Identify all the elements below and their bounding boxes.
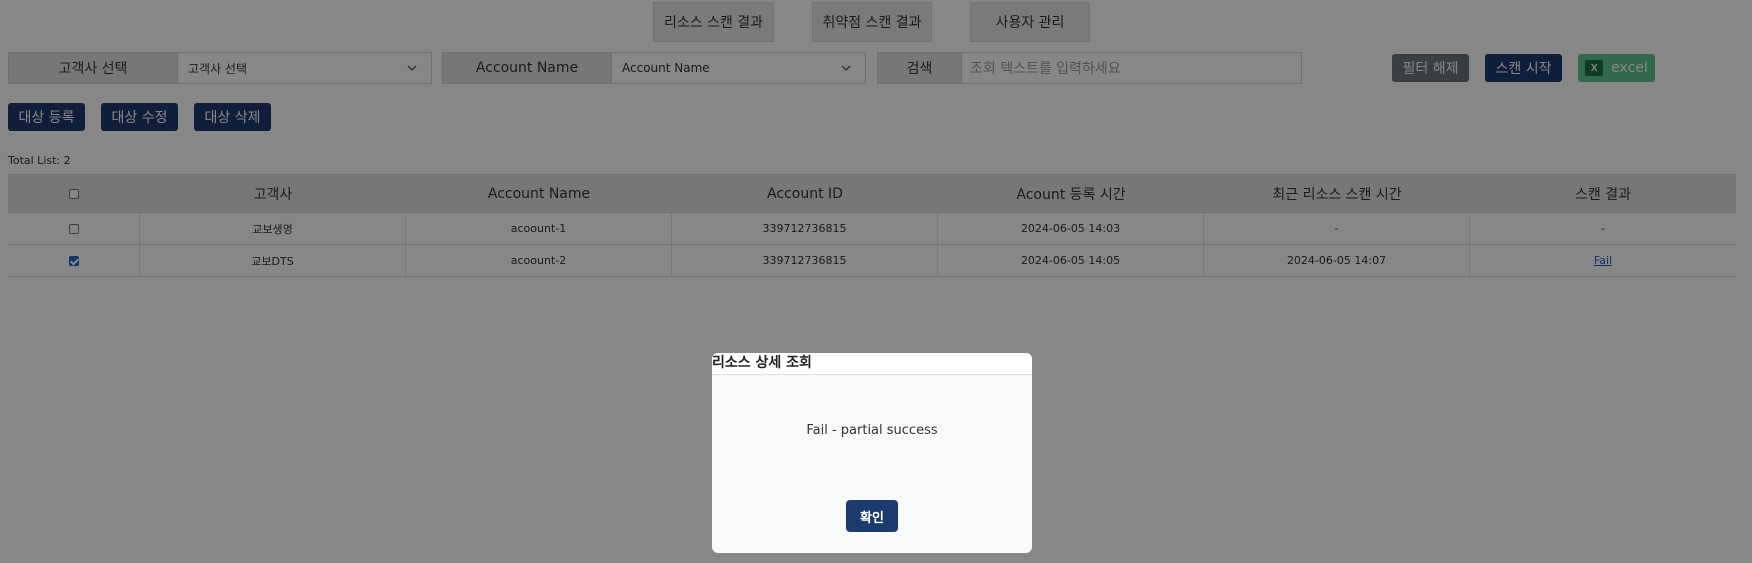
modal-title: 리소스 상세 조회: [712, 353, 1032, 375]
modal-message: Fail - partial success: [806, 423, 938, 438]
resource-detail-modal: 리소스 상세 조회 Fail - partial success 확인: [712, 353, 1032, 553]
confirm-button[interactable]: 확인: [846, 500, 898, 532]
